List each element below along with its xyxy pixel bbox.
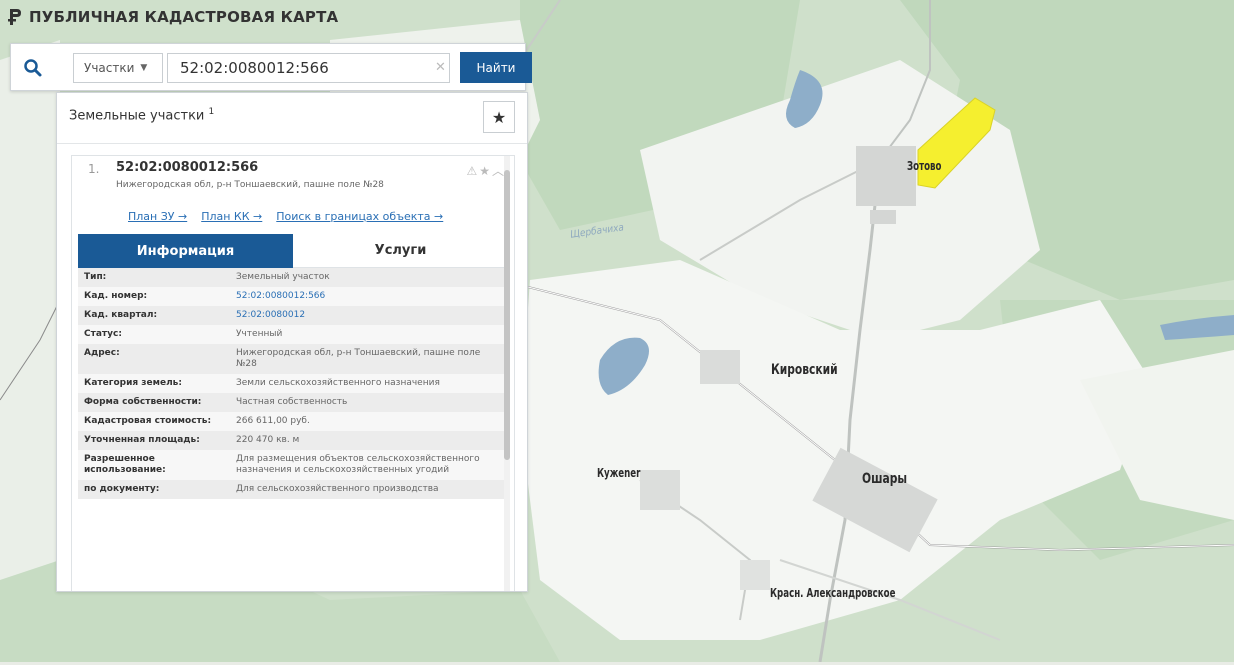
- info-value: Частная собственность: [230, 393, 508, 412]
- link-plan-kk[interactable]: План КК →: [201, 210, 262, 223]
- favorites-button[interactable]: ★: [483, 101, 515, 133]
- warning-icon[interactable]: ⚠: [466, 164, 479, 178]
- rosreestr-logo-icon: [8, 9, 21, 25]
- info-key: Адрес:: [78, 344, 230, 374]
- star-icon: ★: [491, 107, 507, 127]
- result-links: План ЗУ → План КК → Поиск в границах объ…: [128, 210, 443, 223]
- info-key: Уточненная площадь:: [78, 431, 230, 450]
- search-icon[interactable]: [23, 58, 43, 78]
- info-value: Земельный участок: [230, 268, 508, 287]
- table-row: Форма собственности: Частная собственнос…: [78, 393, 508, 412]
- info-key: по документу:: [78, 480, 230, 499]
- map-label-oshary: Ошары: [862, 471, 908, 487]
- table-row: Уточненная площадь: 220 470 кв. м: [78, 431, 508, 450]
- map-label-kirovsky: Кировский: [771, 362, 838, 378]
- table-row: Кад. квартал: 52:02:0080012: [78, 306, 508, 325]
- info-value-link[interactable]: 52:02:0080012:566: [230, 287, 508, 306]
- panel-header: Земельные участки 1 ★: [57, 93, 527, 144]
- info-tabs: Информация Услуги: [78, 234, 508, 268]
- info-value: Учтенный: [230, 325, 508, 344]
- results-panel: Земельные участки 1 ★ 1. 52:02:0080012:5…: [56, 92, 528, 592]
- link-search-in-bounds[interactable]: Поиск в границах объекта →: [276, 210, 443, 223]
- result-address: Нижегородская обл, р-н Тоншаевский, пашн…: [116, 180, 384, 190]
- info-key: Статус:: [78, 325, 230, 344]
- scrollbar-thumb[interactable]: [504, 170, 510, 460]
- map-label-kuzhener: Кужener: [597, 466, 641, 480]
- table-row: Адрес: Нижегородская обл, р-н Тоншаевски…: [78, 344, 508, 374]
- table-row: Статус: Учтенный: [78, 325, 508, 344]
- table-row: Тип: Земельный участок: [78, 268, 508, 287]
- scrollbar[interactable]: [504, 156, 510, 591]
- map-label-zotovo: Зотово: [907, 159, 942, 173]
- table-row: Кадастровая стоимость: 266 611,00 руб.: [78, 412, 508, 431]
- chevron-down-icon: ▼: [140, 63, 148, 73]
- info-value: Для сельскохозяйственного производства: [230, 480, 508, 499]
- table-row: Кад. номер: 52:02:0080012:566: [78, 287, 508, 306]
- table-row: Категория земель: Земли сельскохозяйстве…: [78, 374, 508, 393]
- info-table: Тип: Земельный участок Кад. номер: 52:02…: [78, 268, 508, 499]
- card-actions: ⚠★︿: [466, 162, 506, 179]
- info-key: Форма собственности:: [78, 393, 230, 412]
- info-value: Для размещения объектов сельскохозяйстве…: [230, 450, 508, 480]
- results-count: 1: [208, 107, 215, 117]
- info-value: 266 611,00 руб.: [230, 412, 508, 431]
- info-key: Разрешенное использование:: [78, 450, 230, 480]
- panel-title: Земельные участки 1: [69, 107, 214, 123]
- result-number: 1.: [88, 162, 100, 176]
- info-value-link[interactable]: 52:02:0080012: [230, 306, 508, 325]
- search-bar: Участки ▼ ✕ Найти: [10, 43, 532, 91]
- info-key: Кад. номер:: [78, 287, 230, 306]
- search-input[interactable]: [167, 53, 450, 83]
- link-plan-zu[interactable]: План ЗУ →: [128, 210, 187, 223]
- tab-information[interactable]: Информация: [78, 234, 293, 268]
- info-key: Категория земель:: [78, 374, 230, 393]
- star-outline-icon[interactable]: ★: [479, 164, 492, 178]
- map-label-krasn-aleksandrovskoe: Красн. Александровское: [770, 586, 896, 600]
- search-type-select[interactable]: Участки ▼: [73, 53, 163, 83]
- info-value: 220 470 кв. м: [230, 431, 508, 450]
- tab-services[interactable]: Услуги: [293, 234, 508, 268]
- info-value: Земли сельскохозяйственного назначения: [230, 374, 508, 393]
- result-card[interactable]: 1. 52:02:0080012:566 Нижегородская обл, …: [71, 155, 515, 591]
- app-header: ПУБЛИЧНАЯ КАДАСТРОВАЯ КАРТА: [8, 4, 338, 30]
- info-key: Кадастровая стоимость:: [78, 412, 230, 431]
- info-key: Кад. квартал:: [78, 306, 230, 325]
- table-row: Разрешенное использование: Для размещени…: [78, 450, 508, 480]
- table-row: по документу: Для сельскохозяйственного …: [78, 480, 508, 499]
- app-title: ПУБЛИЧНАЯ КАДАСТРОВАЯ КАРТА: [29, 8, 339, 26]
- close-icon[interactable]: ✕: [435, 60, 446, 75]
- info-value: Нижегородская обл, р-н Тоншаевский, пашн…: [230, 344, 508, 374]
- result-cadastral-number: 52:02:0080012:566: [116, 160, 259, 175]
- search-type-label: Участки: [84, 61, 135, 75]
- panel-title-text: Земельные участки: [69, 108, 205, 124]
- info-key: Тип:: [78, 268, 230, 287]
- search-button[interactable]: Найти: [460, 52, 532, 83]
